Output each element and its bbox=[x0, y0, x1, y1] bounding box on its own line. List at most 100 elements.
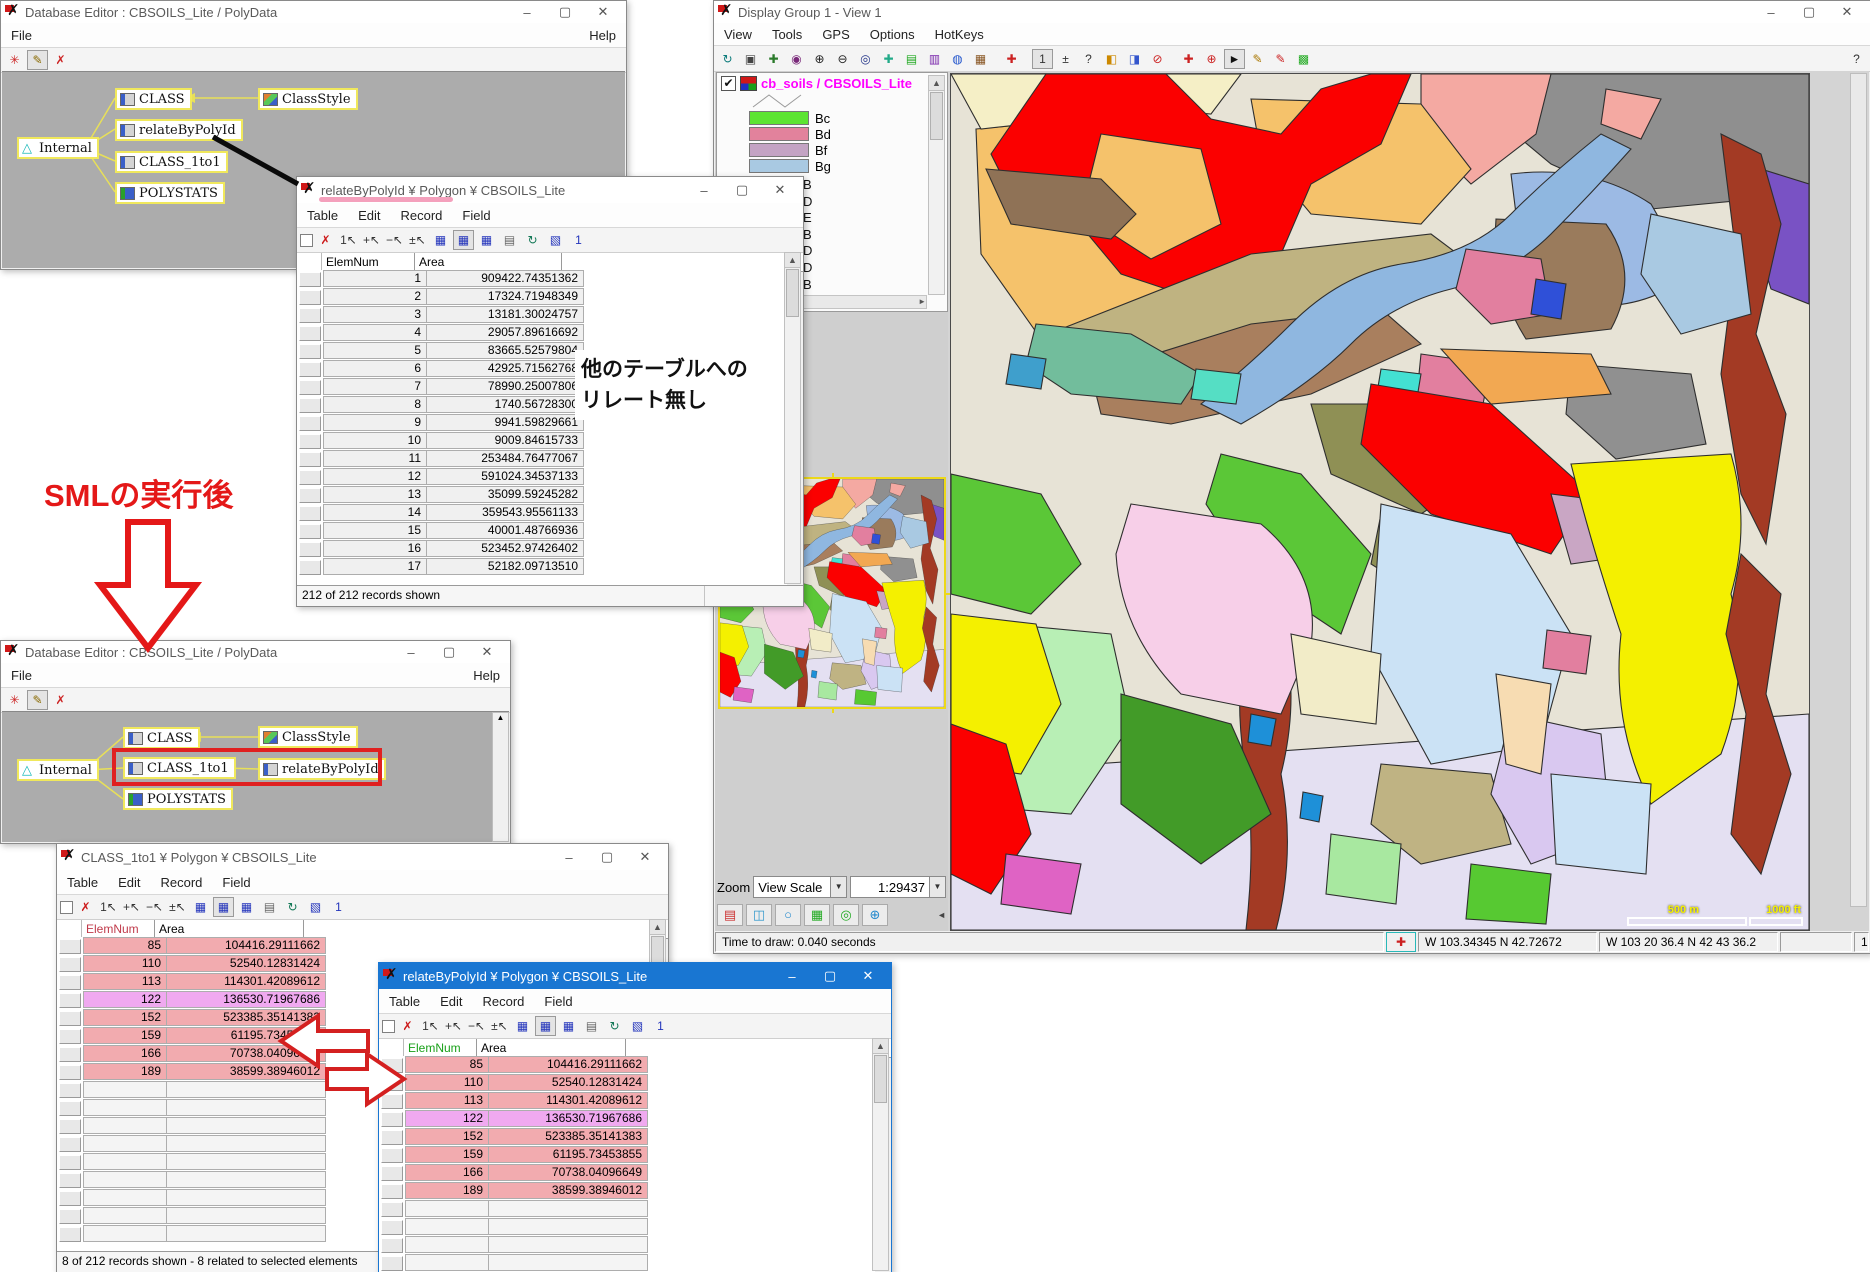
edit-style-icon[interactable]: ✎ bbox=[1270, 49, 1291, 69]
record-select-button[interactable] bbox=[59, 1119, 81, 1134]
map-view[interactable]: 500 m 1000 ft bbox=[950, 73, 1810, 931]
select-one-icon[interactable]: 1↖ bbox=[98, 897, 119, 917]
menu-edit[interactable]: Edit bbox=[440, 994, 462, 1009]
legend-entry[interactable]: Bf bbox=[717, 142, 947, 158]
georeference-icon[interactable]: ▩ bbox=[1293, 49, 1314, 69]
record-select-button[interactable] bbox=[299, 524, 321, 539]
help-icon[interactable]: ? bbox=[1846, 49, 1867, 69]
menu-field[interactable]: Field bbox=[462, 208, 490, 223]
pan-icon[interactable]: ✚ bbox=[763, 49, 784, 69]
node-class[interactable]: CLASS bbox=[115, 88, 192, 110]
table-row[interactable]: 1335099.59245282 bbox=[297, 486, 787, 503]
table-row[interactable]: 85104416.29111662 bbox=[57, 937, 652, 954]
clear-marks-icon[interactable]: ✗ bbox=[75, 897, 96, 917]
record-select-button[interactable] bbox=[299, 308, 321, 323]
menu-field[interactable]: Field bbox=[222, 875, 250, 890]
zoom-plus-panel-icon[interactable]: ⊕ bbox=[862, 904, 888, 926]
mark-checkbox-icon[interactable] bbox=[300, 234, 313, 247]
view-marked-records-icon[interactable]: ▦ bbox=[453, 230, 474, 250]
table-row[interactable]: 18938599.38946012 bbox=[379, 1182, 875, 1199]
view-all-records-icon[interactable]: ▦ bbox=[190, 897, 211, 917]
table-row[interactable]: 11052540.12831424 bbox=[379, 1074, 875, 1091]
table-properties-icon[interactable]: ▧ bbox=[627, 1016, 648, 1036]
minimize-icon[interactable]: – bbox=[392, 645, 430, 660]
link-tables-icon[interactable]: ✳ bbox=[4, 50, 25, 70]
node-class-1to1[interactable]: CLASS_1to1 bbox=[115, 151, 228, 173]
db2-canvas[interactable]: △Internal CLASS ClassStyle CLASS_1to1 re… bbox=[2, 711, 509, 842]
table-row[interactable]: 11253484.76477067 bbox=[297, 450, 787, 467]
mark-checkbox-icon[interactable] bbox=[382, 1020, 395, 1033]
close-icon[interactable]: ✕ bbox=[849, 968, 887, 984]
table-properties-icon[interactable]: ▧ bbox=[305, 897, 326, 917]
node-class[interactable]: CLASS bbox=[123, 727, 200, 749]
menu-table[interactable]: Table bbox=[67, 875, 98, 890]
record-select-button[interactable] bbox=[299, 416, 321, 431]
select-subtract-icon[interactable]: −↖ bbox=[144, 897, 165, 917]
layer-checkbox[interactable]: ✔ bbox=[721, 76, 736, 91]
hide-layers-icon[interactable]: ▥ bbox=[924, 49, 945, 69]
record-select-button[interactable] bbox=[381, 1220, 403, 1235]
pan-tool-icon[interactable]: ✚ bbox=[1178, 49, 1199, 69]
legend-panel-icon[interactable]: ▤ bbox=[717, 904, 743, 926]
legend-layer-row[interactable]: ✔ cb_soils / CBSOILS_Lite bbox=[717, 73, 947, 92]
record-select-button[interactable] bbox=[59, 1173, 81, 1188]
column-header-elemnum[interactable]: ElemNum bbox=[82, 920, 155, 938]
legend-entry[interactable]: Bc bbox=[717, 110, 947, 126]
link-tables-icon[interactable]: ✳ bbox=[4, 690, 25, 710]
layers-panel-icon[interactable]: ◫ bbox=[746, 904, 772, 926]
geolock-icon[interactable]: ◍ bbox=[947, 49, 968, 69]
record-select-button[interactable] bbox=[381, 1202, 403, 1217]
mark-checkbox-icon[interactable] bbox=[60, 901, 73, 914]
record-select-button[interactable] bbox=[381, 1076, 403, 1091]
close-icon[interactable]: ✕ bbox=[584, 4, 622, 20]
menu-table[interactable]: Table bbox=[389, 994, 420, 1009]
table-row[interactable]: 429057.89616692 bbox=[297, 324, 787, 341]
record-select-button[interactable] bbox=[381, 1130, 403, 1145]
maximize-icon[interactable]: ▢ bbox=[588, 849, 626, 865]
maximize-icon[interactable]: ▢ bbox=[430, 644, 468, 660]
menu-record[interactable]: Record bbox=[160, 875, 202, 890]
select-add-icon[interactable]: +↖ bbox=[361, 230, 382, 250]
table-row[interactable]: 113114301.42089612 bbox=[379, 1092, 875, 1109]
maximize-icon[interactable]: ▢ bbox=[723, 182, 761, 198]
menu-edit[interactable]: Edit bbox=[118, 875, 140, 890]
record-select-button[interactable] bbox=[381, 1148, 403, 1163]
crosshair-icon[interactable]: ✚ bbox=[1386, 932, 1416, 952]
select-subtract-icon[interactable]: −↖ bbox=[466, 1016, 487, 1036]
scroll-up-icon[interactable]: ▲ bbox=[785, 253, 800, 268]
menu-field[interactable]: Field bbox=[544, 994, 572, 1009]
view-related-records-icon[interactable]: ▦ bbox=[558, 1016, 579, 1036]
select-subtract-icon[interactable]: −↖ bbox=[384, 230, 405, 250]
close-icon[interactable]: ✕ bbox=[1828, 4, 1866, 20]
select-one-icon[interactable]: 1↖ bbox=[338, 230, 359, 250]
record-select-button[interactable] bbox=[59, 975, 81, 990]
minimize-icon[interactable]: – bbox=[685, 183, 723, 198]
column-header-area[interactable]: Area bbox=[477, 1039, 626, 1057]
clear-marks-icon[interactable]: ✗ bbox=[397, 1016, 418, 1036]
single-record-view-icon[interactable]: 1 bbox=[650, 1016, 671, 1036]
refresh-table-icon[interactable]: ↻ bbox=[522, 230, 543, 250]
table-row[interactable]: 109009.84615733 bbox=[297, 432, 787, 449]
record-select-button[interactable] bbox=[299, 452, 321, 467]
chevron-down-icon[interactable]: ▼ bbox=[929, 877, 945, 897]
view-related-records-icon[interactable]: ▦ bbox=[476, 230, 497, 250]
record-select-button[interactable] bbox=[59, 1083, 81, 1098]
table-row[interactable]: 85104416.29111662 bbox=[379, 1056, 875, 1073]
table-row[interactable]: 15961195.73453855 bbox=[379, 1146, 875, 1163]
zoom-in-icon[interactable]: ⊕ bbox=[809, 49, 830, 69]
db1-title-bar[interactable]: ✗ Database Editor : CBSOILS_Lite / PolyD… bbox=[1, 1, 626, 23]
record-select-button[interactable] bbox=[299, 542, 321, 557]
record-select-button[interactable] bbox=[381, 1238, 403, 1253]
menu-help[interactable]: Help bbox=[473, 668, 500, 683]
locator-panel-icon[interactable]: ▦ bbox=[804, 904, 830, 926]
select-one-icon[interactable]: 1↖ bbox=[420, 1016, 441, 1036]
node-polystats[interactable]: POLYSTATS bbox=[115, 182, 225, 204]
add-layer-icon[interactable]: ✚ bbox=[1001, 49, 1022, 69]
record-select-button[interactable] bbox=[381, 1112, 403, 1127]
record-select-button[interactable] bbox=[299, 272, 321, 287]
minimize-icon[interactable]: – bbox=[508, 5, 546, 20]
save-table-icon[interactable]: ▤ bbox=[259, 897, 280, 917]
display-title-bar[interactable]: ✗ Display Group 1 - View 1 – ▢ ✕ bbox=[714, 1, 1870, 23]
zoom-full-icon[interactable]: ✚ bbox=[878, 49, 899, 69]
maximize-icon[interactable]: ▢ bbox=[811, 968, 849, 984]
